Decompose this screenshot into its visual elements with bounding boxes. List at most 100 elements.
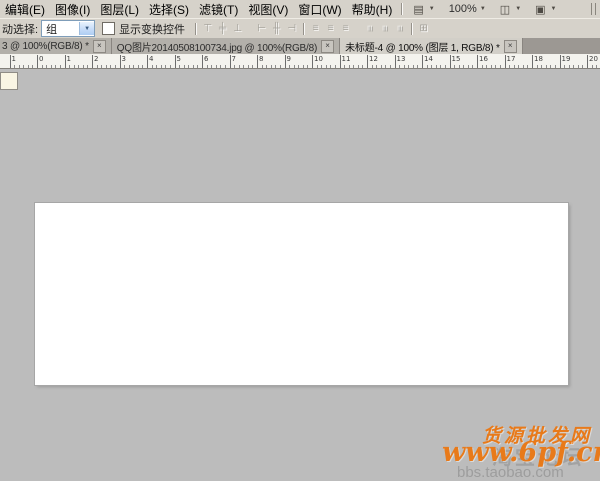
ruler-minor-tick bbox=[271, 65, 272, 68]
menu-item-select[interactable]: 选择(S) bbox=[144, 0, 194, 19]
ruler-major-tick bbox=[587, 55, 588, 68]
ruler-minor-tick bbox=[207, 65, 208, 68]
ruler-minor-tick bbox=[482, 65, 483, 68]
align-right-edges-icon[interactable]: ⊣ bbox=[284, 22, 299, 36]
arrange-documents-control[interactable]: ◫ bbox=[493, 3, 528, 16]
align-top-edges-icon[interactable]: ⊤ bbox=[200, 22, 215, 36]
zoom-level-value: 100% bbox=[449, 3, 477, 15]
align-left-edges-icon[interactable]: ⊢ bbox=[254, 22, 269, 36]
ruler-major-tick bbox=[285, 55, 286, 68]
ruler-label: 1 bbox=[67, 55, 71, 63]
zoom-level-control[interactable]: 100% bbox=[442, 3, 493, 15]
ruler-minor-tick bbox=[413, 65, 414, 68]
window-edge-separator bbox=[591, 3, 596, 15]
document-canvas[interactable] bbox=[35, 203, 568, 385]
ruler-label: 7 bbox=[232, 55, 236, 63]
ruler-minor-tick bbox=[353, 65, 354, 68]
tab-title: 3 @ 100%(RGB/8) * bbox=[2, 41, 89, 52]
ruler-label: 19 bbox=[562, 55, 571, 63]
distribute-left-edges-icon[interactable]: ≡ bbox=[363, 21, 377, 36]
menu-item-image[interactable]: 图像(I) bbox=[50, 0, 95, 19]
screen-mode-icon: ▣ bbox=[535, 3, 545, 16]
ruler-minor-tick bbox=[211, 65, 212, 68]
auto-select-label: 动选择: bbox=[2, 21, 38, 37]
ruler-minor-tick bbox=[326, 65, 327, 68]
screen-mode-control[interactable]: ▣ bbox=[528, 3, 563, 16]
menu-item-help[interactable]: 帮助(H) bbox=[347, 0, 398, 19]
ruler-minor-tick bbox=[142, 65, 143, 68]
menu-bar: 编辑(E)图像(I)图层(L)选择(S)滤镜(T)视图(V)窗口(W)帮助(H)… bbox=[0, 0, 600, 19]
ruler-minor-tick bbox=[404, 65, 405, 68]
swatch-box bbox=[0, 72, 18, 90]
close-icon[interactable]: × bbox=[504, 40, 517, 53]
ruler-minor-tick bbox=[28, 65, 29, 68]
ruler-minor-tick bbox=[298, 65, 299, 68]
ruler-minor-tick bbox=[358, 65, 359, 68]
options-bar: 动选择: 组 ▼ 显示变换控件 ⊤╪⊥⊢╫⊣≡≡≡≡≡≡⊞ bbox=[0, 18, 600, 39]
menu-items: 编辑(E)图像(I)图层(L)选择(S)滤镜(T)视图(V)窗口(W)帮助(H) bbox=[0, 0, 397, 19]
document-tab-1[interactable]: 3 @ 100%(RGB/8) * × bbox=[0, 38, 112, 54]
ruler-minor-tick bbox=[500, 65, 501, 68]
document-tab-3[interactable]: 未标题-4 @ 100% (图层 1, RGB/8) *× bbox=[340, 38, 523, 54]
menu-item-layer[interactable]: 图层(L) bbox=[95, 0, 144, 19]
distribute-top-edges-icon[interactable]: ≡ bbox=[308, 22, 323, 36]
menu-item-view[interactable]: 视图(V) bbox=[243, 0, 293, 19]
distribute-right-edges-icon[interactable]: ≡ bbox=[393, 21, 407, 36]
ruler-minor-tick bbox=[19, 65, 20, 68]
ruler-minor-tick bbox=[289, 65, 290, 68]
separator bbox=[411, 23, 412, 35]
ruler-minor-tick bbox=[569, 65, 570, 68]
separator bbox=[303, 23, 304, 35]
chevron-down-icon[interactable]: ▼ bbox=[79, 22, 94, 35]
ruler-major-tick bbox=[175, 55, 176, 68]
show-transform-checkbox[interactable] bbox=[102, 22, 115, 35]
menu-item-edit[interactable]: 编辑(E) bbox=[0, 0, 50, 19]
ruler-minor-tick bbox=[193, 65, 194, 68]
distribute-horizontal-centers-icon[interactable]: ≡ bbox=[378, 21, 392, 36]
separator bbox=[195, 23, 196, 35]
watermark-forum-url: bbs.taobao.com bbox=[457, 464, 564, 481]
auto-select-value: 组 bbox=[46, 21, 57, 37]
ruler-minor-tick bbox=[372, 65, 373, 68]
ruler-minor-tick bbox=[321, 65, 322, 68]
auto-align-layers-icon[interactable]: ⊞ bbox=[416, 22, 431, 36]
ruler-minor-tick bbox=[578, 65, 579, 68]
ruler-minor-tick bbox=[280, 65, 281, 68]
ruler-major-tick bbox=[312, 55, 313, 68]
distribute-bottom-edges-icon[interactable]: ≡ bbox=[338, 22, 353, 36]
ruler-minor-tick bbox=[459, 65, 460, 68]
separator bbox=[401, 3, 402, 15]
ruler-minor-tick bbox=[69, 65, 70, 68]
close-icon[interactable]: × bbox=[321, 40, 334, 53]
ruler-minor-tick bbox=[468, 65, 469, 68]
align-horizontal-centers-icon[interactable]: ╫ bbox=[269, 22, 284, 36]
ruler-minor-tick bbox=[170, 65, 171, 68]
ruler-minor-tick bbox=[188, 65, 189, 68]
ruler-minor-tick bbox=[440, 65, 441, 68]
document-tab-2[interactable]: QQ图片20140508100734.jpg @ 100%(RGB/8)× bbox=[112, 38, 340, 54]
ruler-minor-tick bbox=[74, 65, 75, 68]
ruler-major-tick bbox=[340, 55, 341, 68]
ruler-minor-tick bbox=[133, 65, 134, 68]
ruler-minor-tick bbox=[32, 65, 33, 68]
ruler-major-tick bbox=[202, 55, 203, 68]
horizontal-ruler[interactable]: 101234567891011121314151617181920 bbox=[0, 54, 600, 69]
menu-item-filter[interactable]: 滤镜(T) bbox=[194, 0, 243, 19]
ruler-major-tick bbox=[450, 55, 451, 68]
auto-select-dropdown[interactable]: 组 ▼ bbox=[41, 20, 95, 37]
ruler-label: 17 bbox=[507, 55, 516, 63]
close-icon[interactable]: × bbox=[93, 40, 106, 53]
ruler-minor-tick bbox=[509, 65, 510, 68]
ruler-minor-tick bbox=[252, 65, 253, 68]
ruler-minor-tick bbox=[106, 65, 107, 68]
distribute-vertical-centers-icon[interactable]: ≡ bbox=[323, 22, 338, 36]
menu-item-window[interactable]: 窗口(W) bbox=[293, 0, 346, 19]
ruler-minor-tick bbox=[546, 65, 547, 68]
view-extras-control[interactable]: ▤ bbox=[406, 3, 441, 16]
align-bottom-edges-icon[interactable]: ⊥ bbox=[230, 22, 245, 36]
align-vertical-centers-icon[interactable]: ╪ bbox=[215, 22, 230, 36]
ruler-major-tick bbox=[10, 55, 11, 68]
ruler-minor-tick bbox=[555, 65, 556, 68]
ruler-minor-tick bbox=[564, 65, 565, 68]
ruler-minor-tick bbox=[197, 65, 198, 68]
